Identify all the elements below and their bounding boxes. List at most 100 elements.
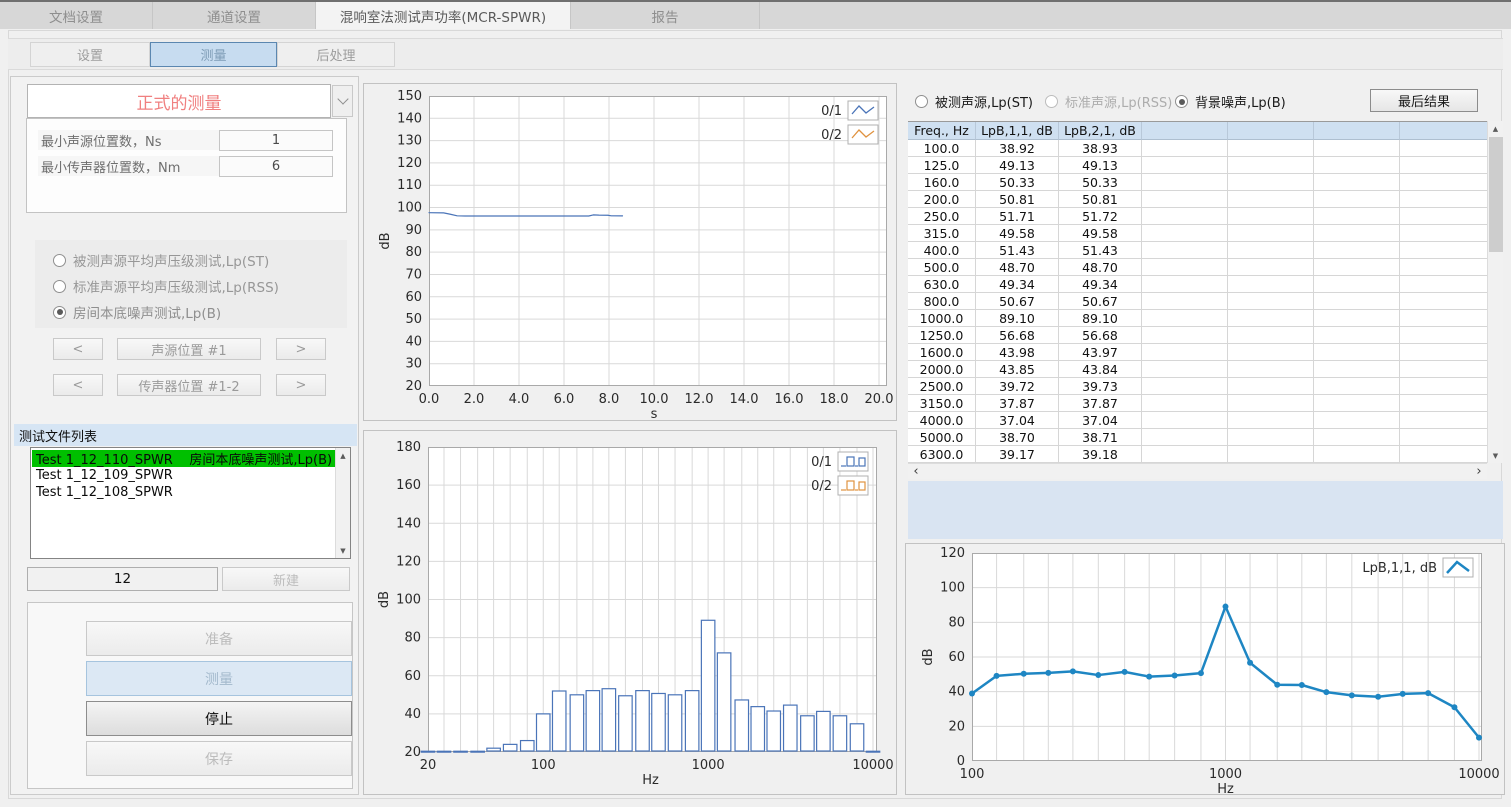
new-file-button[interactable]: 新建 [222, 567, 350, 591]
svg-text:8.0: 8.0 [599, 392, 620, 407]
subtab-measure[interactable]: 测量 [150, 42, 277, 67]
file-list-item[interactable]: Test 1_12_109_SPWR [32, 467, 335, 484]
table-row[interactable]: 5000.038.7038.71 [908, 429, 1487, 446]
tab-document-settings[interactable]: 文档设置 [0, 2, 152, 29]
source-option-background[interactable]: 背景噪声,Lp(B) [1175, 92, 1286, 111]
table-cell [1400, 225, 1487, 242]
test-mode-option-st[interactable]: 被测声源平均声压级测试,Lp(ST) [53, 250, 269, 270]
source-position-button[interactable]: 声源位置 #1 [117, 338, 261, 360]
subtab-setup[interactable]: 设置 [30, 42, 150, 67]
table-row[interactable]: 2500.039.7239.73 [908, 378, 1487, 395]
min-mic-positions-value[interactable]: 6 [219, 156, 333, 177]
table-cell [1314, 378, 1400, 395]
table-row[interactable]: 1600.043.9843.97 [908, 344, 1487, 361]
svg-text:dB: dB [921, 648, 936, 665]
table-row[interactable]: 250.051.7151.72 [908, 208, 1487, 225]
test-mode-label: 房间本底噪声测试,Lp(B) [73, 302, 221, 322]
source-option-rss[interactable]: 标准声源,Lp(RSS) [1045, 92, 1172, 111]
counter-button[interactable]: 12 [27, 567, 218, 591]
svg-text:100: 100 [531, 758, 556, 773]
table-cell [1142, 259, 1228, 276]
prepare-button[interactable]: 准备 [86, 621, 352, 656]
table-row[interactable]: 3150.037.8737.87 [908, 395, 1487, 412]
table-row[interactable]: 160.050.3350.33 [908, 174, 1487, 191]
table-vscrollbar[interactable]: ▲ ▼ [1487, 121, 1503, 463]
table-cell [1228, 293, 1314, 310]
table-cell [1314, 310, 1400, 327]
table-cell [1314, 157, 1400, 174]
file-list-item[interactable]: Test 1_12_110_SPWR 房间本底噪声测试,Lp(B) [32, 450, 335, 467]
mic-pos-prev-button[interactable]: < [53, 374, 103, 396]
svg-text:30: 30 [405, 357, 422, 372]
combo-dropdown-button[interactable] [332, 85, 353, 117]
source-pos-next-button[interactable]: > [276, 338, 326, 360]
source-option-st[interactable]: 被测声源,Lp(ST) [915, 92, 1033, 111]
table-cell [1228, 157, 1314, 174]
subtab-postprocess[interactable]: 后处理 [277, 42, 395, 67]
table-cell [1142, 446, 1228, 463]
table-cell [1314, 293, 1400, 310]
file-list[interactable]: Test 1_12_110_SPWR 房间本底噪声测试,Lp(B)Test 1_… [30, 447, 351, 559]
file-list-scrollbar[interactable]: ▲ ▼ [335, 448, 350, 558]
table-cell: 49.58 [976, 225, 1059, 242]
table-row[interactable]: 6300.039.1739.18 [908, 446, 1487, 463]
table-row[interactable]: 400.051.4351.43 [908, 242, 1487, 259]
table-row[interactable]: 4000.037.0437.04 [908, 412, 1487, 429]
measure-button[interactable]: 测量 [86, 661, 352, 696]
table-hscrollbar[interactable]: ‹ › [908, 463, 1487, 479]
table-row[interactable]: 800.050.6750.67 [908, 293, 1487, 310]
svg-text:dB: dB [377, 591, 392, 608]
table-row[interactable]: 200.050.8150.81 [908, 191, 1487, 208]
table-row[interactable]: 125.049.1349.13 [908, 157, 1487, 174]
mic-position-button[interactable]: 传声器位置 #1-2 [117, 374, 261, 396]
table-row[interactable]: 1250.056.6856.68 [908, 327, 1487, 344]
test-mode-option-rss[interactable]: 标准声源平均声压级测试,Lp(RSS) [53, 276, 279, 296]
svg-text:1000: 1000 [1209, 767, 1242, 782]
table-cell [1142, 208, 1228, 225]
table-cell [1228, 446, 1314, 463]
tab-report[interactable]: 报告 [570, 2, 760, 29]
scroll-up-icon[interactable]: ▲ [336, 448, 350, 463]
spectrum-panel: 1801601401201008060402020100100010000Hzd… [363, 430, 897, 795]
table-row[interactable]: 100.038.9238.93 [908, 140, 1487, 157]
table-cell: 37.87 [1059, 395, 1142, 412]
measurement-mode-combo[interactable]: 正式的测量 [27, 84, 331, 118]
save-button[interactable]: 保存 [86, 741, 352, 776]
header-cell: LpB,2,1, dB [1059, 122, 1142, 140]
scroll-right-icon[interactable]: › [1471, 464, 1487, 479]
table-cell: 51.43 [1059, 242, 1142, 259]
test-mode-option-background[interactable]: 房间本底噪声测试,Lp(B) [53, 302, 221, 322]
min-source-positions-value[interactable]: 1 [219, 130, 333, 151]
next-icon: > [296, 342, 307, 357]
table-row[interactable]: 2000.043.8543.84 [908, 361, 1487, 378]
svg-text:1000: 1000 [692, 758, 725, 773]
scroll-down-icon[interactable]: ▼ [336, 543, 350, 558]
tab-mcr-spwr[interactable]: 混响室法测试声功率(MCR-SPWR) [315, 2, 570, 29]
table-row[interactable]: 630.049.3449.34 [908, 276, 1487, 293]
table-cell: 39.73 [1059, 378, 1142, 395]
svg-text:150: 150 [397, 89, 422, 104]
radio-icon [1175, 95, 1188, 108]
table-row[interactable]: 315.049.5849.58 [908, 225, 1487, 242]
scroll-left-icon[interactable]: ‹ [908, 464, 924, 479]
table-row[interactable]: 500.048.7048.70 [908, 259, 1487, 276]
final-result-button[interactable]: 最后结果 [1370, 89, 1478, 112]
mic-pos-next-button[interactable]: > [276, 374, 326, 396]
table-cell: 38.71 [1059, 429, 1142, 446]
scroll-up-icon[interactable]: ▲ [1488, 121, 1503, 136]
table-cell: 43.98 [976, 344, 1059, 361]
table-cell [1142, 429, 1228, 446]
scrollbar-thumb[interactable] [1489, 137, 1503, 252]
file-list-item[interactable]: Test 1_12_108_SPWR [32, 484, 335, 501]
table-row[interactable]: 1000.089.1089.10 [908, 310, 1487, 327]
source-option-label: 背景噪声,Lp(B) [1195, 92, 1286, 111]
svg-text:60: 60 [405, 290, 422, 305]
table-cell [1400, 344, 1487, 361]
file-list-items: Test 1_12_110_SPWR 房间本底噪声测试,Lp(B)Test 1_… [32, 450, 335, 501]
scroll-down-icon[interactable]: ▼ [1488, 448, 1503, 463]
svg-text:160: 160 [396, 478, 421, 493]
tab-channel-settings[interactable]: 通道设置 [152, 2, 315, 29]
stop-button[interactable]: 停止 [86, 701, 352, 736]
source-pos-prev-button[interactable]: < [53, 338, 103, 360]
table-cell: 250.0 [908, 208, 976, 225]
